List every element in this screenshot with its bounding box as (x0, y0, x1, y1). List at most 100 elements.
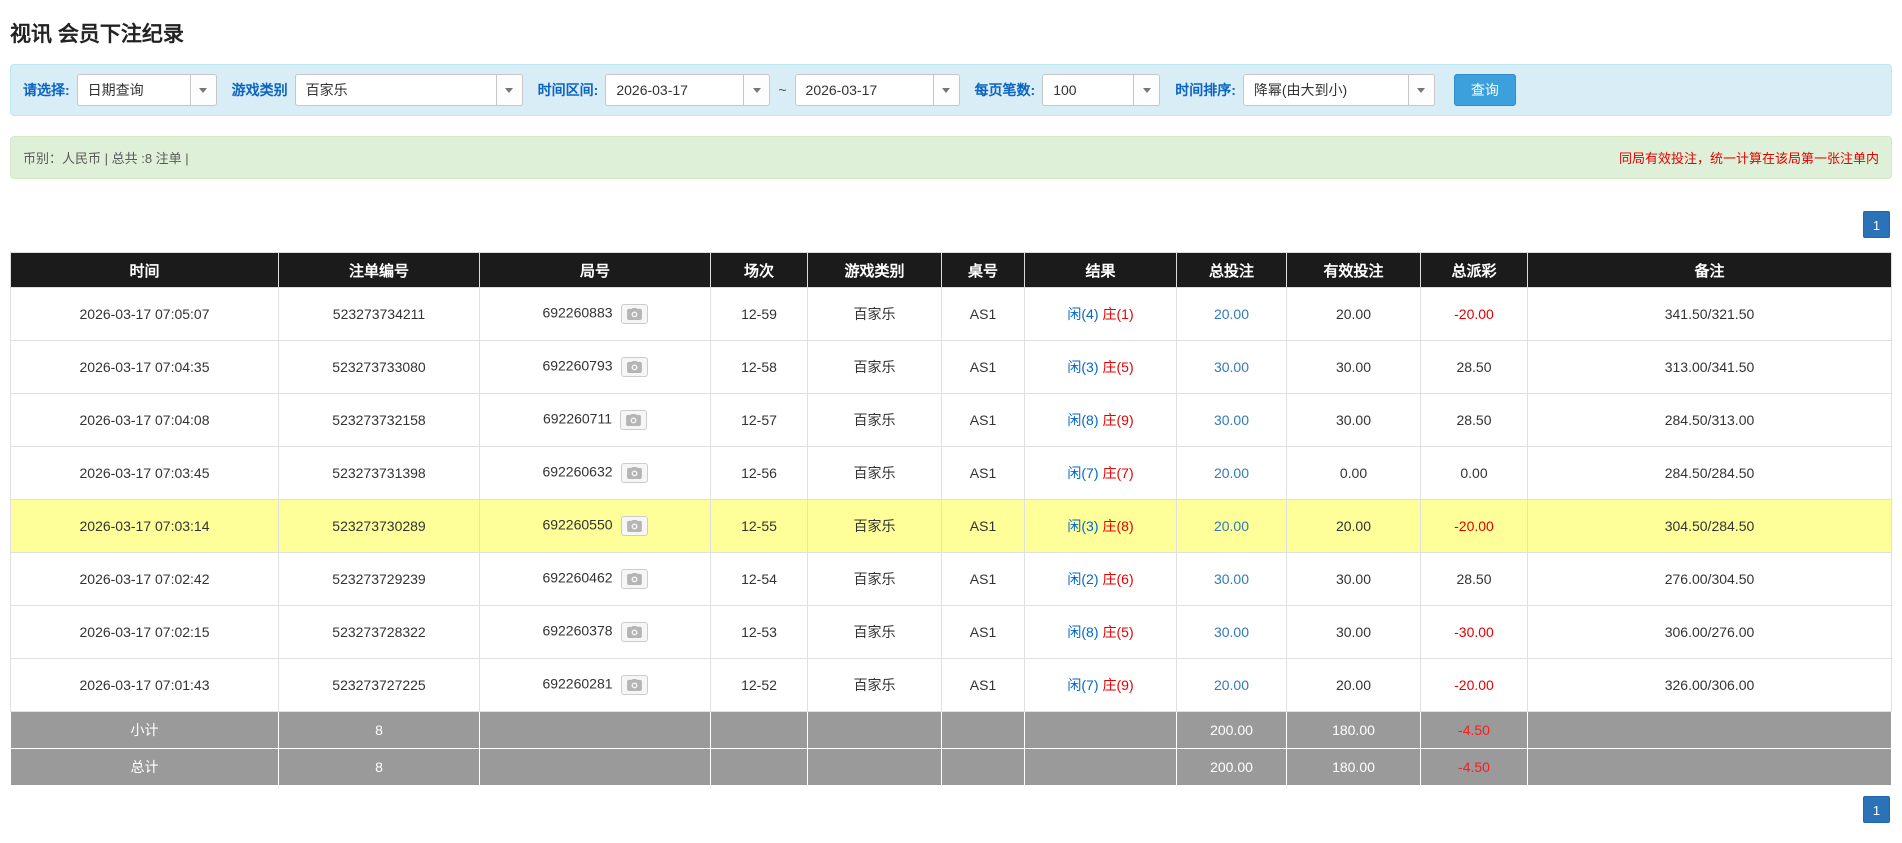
video-camera-icon[interactable] (620, 516, 648, 536)
result-banker: 庄(9) (1102, 677, 1134, 693)
video-camera-icon[interactable] (620, 410, 648, 430)
cell-remark: 306.00/276.00 (1527, 605, 1892, 659)
page-size-label: 每页笔数: (974, 82, 1036, 98)
cell-payout: 28.50 (1420, 552, 1528, 606)
date-from-select[interactable]: 2026-03-17 (605, 74, 771, 106)
total-valid-bet: 180.00 (1286, 748, 1421, 786)
cell-game-type: 百家乐 (807, 605, 942, 659)
empty-cell (1024, 711, 1177, 749)
cell-payout: 28.50 (1420, 393, 1528, 447)
cell-payout: -20.00 (1420, 658, 1528, 712)
cell-game-type: 百家乐 (807, 499, 942, 553)
cell-time: 2026-03-17 07:04:08 (10, 393, 279, 447)
video-camera-icon[interactable] (620, 463, 648, 483)
result-player: 闲(3) (1067, 359, 1099, 375)
query-type-select[interactable]: 日期查询 (76, 74, 217, 106)
game-type-select[interactable]: 百家乐 (294, 74, 523, 106)
total-bet-link[interactable]: 30.00 (1214, 412, 1249, 428)
cell-payout: -30.00 (1420, 605, 1528, 659)
cell-time: 2026-03-17 07:02:42 (10, 552, 279, 606)
page-size-select[interactable]: 100 (1042, 74, 1161, 106)
empty-cell (807, 748, 942, 786)
result-banker: 庄(9) (1102, 412, 1134, 428)
cell-valid-bet: 30.00 (1286, 605, 1421, 659)
cell-bet-id: 523273728322 (278, 605, 480, 659)
cell-game-type: 百家乐 (807, 552, 942, 606)
cell-result: 闲(7) 庄(9) (1024, 658, 1177, 712)
notice-text: 同局有效投注，统一计算在该局第一张注单内 (1618, 151, 1879, 166)
total-payout: -4.50 (1420, 748, 1528, 786)
result-player: 闲(7) (1067, 677, 1099, 693)
round-no-value: 692260281 (542, 675, 613, 692)
total-count: 8 (278, 748, 480, 786)
subtotal-label: 小计 (10, 711, 279, 749)
cell-game-type: 百家乐 (807, 340, 942, 394)
video-camera-icon[interactable] (620, 675, 648, 695)
total-bet-link[interactable]: 20.00 (1214, 518, 1249, 534)
table-row: 2026-03-17 07:02:15 523273728322 6922603… (10, 605, 1892, 659)
table-body: 2026-03-17 07:05:07 523273734211 6922608… (10, 287, 1892, 712)
table-row: 2026-03-17 07:02:42 523273729239 6922604… (10, 552, 1892, 606)
cell-time: 2026-03-17 07:02:15 (10, 605, 279, 659)
total-bet-link[interactable]: 20.00 (1214, 677, 1249, 693)
cell-round-no: 692260793 (479, 340, 711, 394)
total-total-bet: 200.00 (1176, 748, 1287, 786)
date-to-select[interactable]: 2026-03-17 (794, 74, 960, 106)
total-bet-link[interactable]: 20.00 (1214, 465, 1249, 481)
cell-result: 闲(8) 庄(9) (1024, 393, 1177, 447)
total-bet-link[interactable]: 30.00 (1214, 571, 1249, 587)
result-player: 闲(8) (1067, 412, 1099, 428)
page: 视讯 会员下注纪录 请选择: 日期查询 游戏类别 百家乐 时间区间: 2026-… (0, 0, 1902, 827)
empty-cell (1527, 711, 1892, 749)
cell-remark: 284.50/284.50 (1527, 446, 1892, 500)
empty-cell (479, 711, 711, 749)
table-row: 2026-03-17 07:04:08 523273732158 6922607… (10, 393, 1892, 447)
page-button-1[interactable]: 1 (1863, 796, 1890, 823)
video-camera-icon[interactable] (620, 357, 648, 377)
chevron-down-icon (743, 75, 770, 105)
round-no-value: 692260793 (542, 357, 613, 374)
time-range-label: 时间区间: (537, 82, 599, 98)
column-header: 总投注 (1176, 252, 1287, 288)
video-camera-icon[interactable] (620, 304, 648, 324)
search-button[interactable]: 查询 (1453, 74, 1516, 106)
time-sort-select[interactable]: 降幂(由大到小) (1242, 74, 1435, 106)
subtotal-row: 小计 8 200.00 180.00 -4.50 (10, 711, 1892, 749)
game-type-value: 百家乐 (305, 82, 348, 98)
cell-session: 12-56 (710, 446, 808, 500)
cell-result: 闲(3) 庄(8) (1024, 499, 1177, 553)
date-from-value: 2026-03-17 (616, 82, 688, 98)
column-header: 游戏类别 (807, 252, 942, 288)
game-type-label: 游戏类别 (231, 82, 288, 98)
total-bet-link[interactable]: 30.00 (1214, 359, 1249, 375)
chevron-down-icon (189, 75, 216, 105)
page-button-1[interactable]: 1 (1863, 211, 1890, 238)
cell-time: 2026-03-17 07:03:14 (10, 499, 279, 553)
column-header: 场次 (710, 252, 808, 288)
cell-valid-bet: 20.00 (1286, 287, 1421, 341)
cell-remark: 276.00/304.50 (1527, 552, 1892, 606)
video-camera-icon[interactable] (620, 622, 648, 642)
chevron-down-icon (1407, 75, 1434, 105)
empty-cell (1024, 748, 1177, 786)
result-player: 闲(7) (1067, 465, 1099, 481)
cell-remark: 326.00/306.00 (1527, 658, 1892, 712)
cell-total-bet: 20.00 (1176, 287, 1287, 341)
cell-result: 闲(2) 庄(6) (1024, 552, 1177, 606)
cell-bet-id: 523273733080 (278, 340, 480, 394)
round-no-value: 692260462 (542, 569, 613, 586)
cell-payout: -20.00 (1420, 287, 1528, 341)
total-bet-link[interactable]: 20.00 (1214, 306, 1249, 322)
currency-summary-text: 币别：人民币 | 总共 :8 注单 | (23, 151, 189, 166)
cell-round-no: 692260462 (479, 552, 711, 606)
subtotal-valid-bet: 180.00 (1286, 711, 1421, 749)
cell-round-no: 692260550 (479, 499, 711, 553)
total-bet-link[interactable]: 30.00 (1214, 624, 1249, 640)
cell-table-no: AS1 (941, 499, 1025, 553)
cell-game-type: 百家乐 (807, 393, 942, 447)
query-type-label: 请选择: (23, 82, 70, 98)
table-row: 2026-03-17 07:04:35 523273733080 6922607… (10, 340, 1892, 394)
chevron-down-icon (1133, 75, 1160, 105)
video-camera-icon[interactable] (620, 569, 648, 589)
total-row: 总计 8 200.00 180.00 -4.50 (10, 748, 1892, 786)
